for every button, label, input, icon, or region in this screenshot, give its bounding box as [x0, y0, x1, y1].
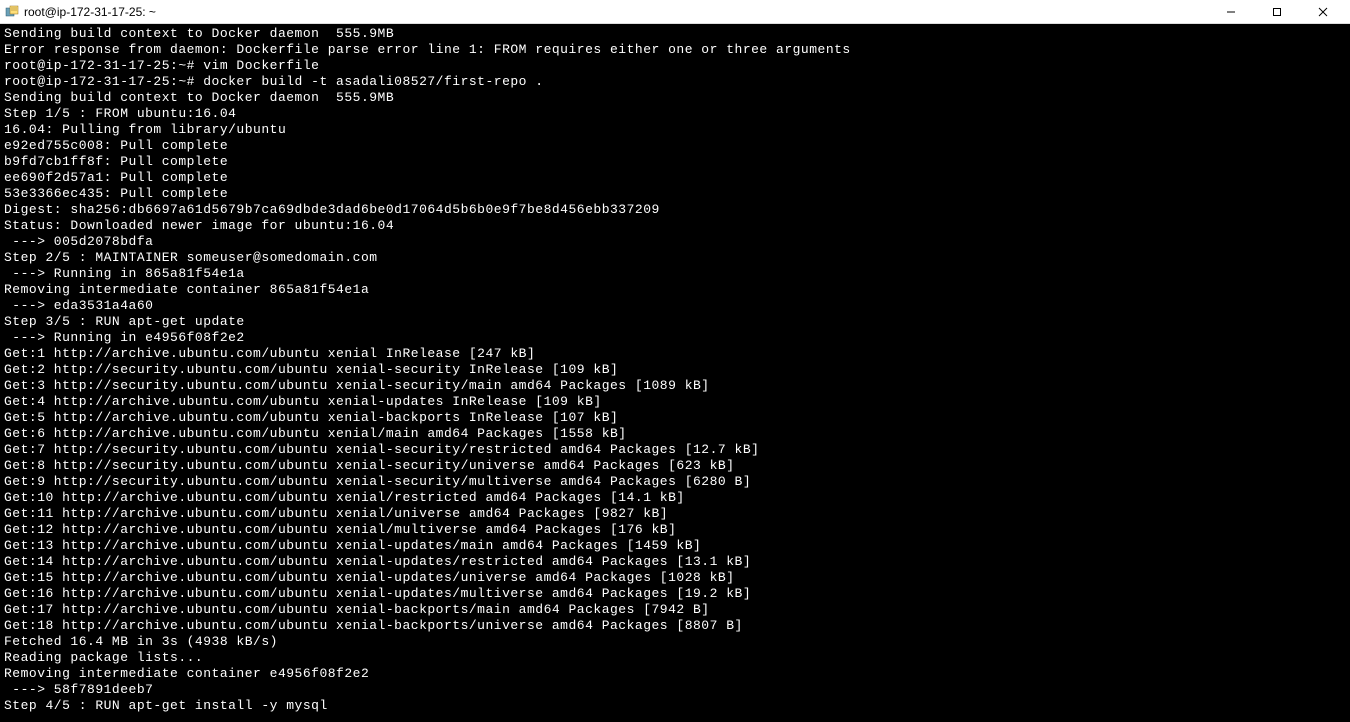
terminal-line: ee690f2d57a1: Pull complete — [4, 170, 1346, 186]
terminal-line: Get:15 http://archive.ubuntu.com/ubuntu … — [4, 570, 1346, 586]
terminal-line: Get:16 http://archive.ubuntu.com/ubuntu … — [4, 586, 1346, 602]
terminal-line: Get:12 http://archive.ubuntu.com/ubuntu … — [4, 522, 1346, 538]
window-controls — [1208, 0, 1346, 24]
terminal-line: Get:14 http://archive.ubuntu.com/ubuntu … — [4, 554, 1346, 570]
terminal-line: root@ip-172-31-17-25:~# docker build -t … — [4, 74, 1346, 90]
terminal-line: ---> 005d2078bdfa — [4, 234, 1346, 250]
terminal-line: Get:7 http://security.ubuntu.com/ubuntu … — [4, 442, 1346, 458]
putty-icon — [4, 4, 20, 20]
terminal-line: Step 3/5 : RUN apt-get update — [4, 314, 1346, 330]
terminal-line: Status: Downloaded newer image for ubunt… — [4, 218, 1346, 234]
terminal-line: Step 2/5 : MAINTAINER someuser@somedomai… — [4, 250, 1346, 266]
terminal-line: Get:10 http://archive.ubuntu.com/ubuntu … — [4, 490, 1346, 506]
terminal-line: e92ed755c008: Pull complete — [4, 138, 1346, 154]
terminal-line: ---> Running in e4956f08f2e2 — [4, 330, 1346, 346]
terminal-line: Get:17 http://archive.ubuntu.com/ubuntu … — [4, 602, 1346, 618]
terminal-line: Get:5 http://archive.ubuntu.com/ubuntu x… — [4, 410, 1346, 426]
terminal-line: ---> eda3531a4a60 — [4, 298, 1346, 314]
maximize-button[interactable] — [1254, 0, 1300, 24]
terminal-line: Removing intermediate container e4956f08… — [4, 666, 1346, 682]
minimize-button[interactable] — [1208, 0, 1254, 24]
terminal-line: root@ip-172-31-17-25:~# vim Dockerfile — [4, 58, 1346, 74]
terminal-line: Error response from daemon: Dockerfile p… — [4, 42, 1346, 58]
terminal-line: Sending build context to Docker daemon 5… — [4, 90, 1346, 106]
terminal-line: Get:3 http://security.ubuntu.com/ubuntu … — [4, 378, 1346, 394]
terminal-line: Get:1 http://archive.ubuntu.com/ubuntu x… — [4, 346, 1346, 362]
terminal-line: b9fd7cb1ff8f: Pull complete — [4, 154, 1346, 170]
terminal-line: 16.04: Pulling from library/ubuntu — [4, 122, 1346, 138]
terminal-line: ---> Running in 865a81f54e1a — [4, 266, 1346, 282]
terminal-line: Step 1/5 : FROM ubuntu:16.04 — [4, 106, 1346, 122]
terminal-line: Fetched 16.4 MB in 3s (4938 kB/s) — [4, 634, 1346, 650]
terminal-line: Get:9 http://security.ubuntu.com/ubuntu … — [4, 474, 1346, 490]
terminal-line: 53e3366ec435: Pull complete — [4, 186, 1346, 202]
terminal-line: Get:11 http://archive.ubuntu.com/ubuntu … — [4, 506, 1346, 522]
terminal-line: Digest: sha256:db6697a61d5679b7ca69dbde3… — [4, 202, 1346, 218]
close-button[interactable] — [1300, 0, 1346, 24]
terminal-line: Sending build context to Docker daemon 5… — [4, 26, 1346, 42]
terminal-line: Get:8 http://security.ubuntu.com/ubuntu … — [4, 458, 1346, 474]
terminal-line: Get:13 http://archive.ubuntu.com/ubuntu … — [4, 538, 1346, 554]
terminal-line: Removing intermediate container 865a81f5… — [4, 282, 1346, 298]
window-titlebar: root@ip-172-31-17-25: ~ — [0, 0, 1350, 24]
terminal-line: Get:4 http://archive.ubuntu.com/ubuntu x… — [4, 394, 1346, 410]
terminal-line: Get:6 http://archive.ubuntu.com/ubuntu x… — [4, 426, 1346, 442]
terminal-area[interactable]: Sending build context to Docker daemon 5… — [0, 24, 1350, 722]
terminal-line: Reading package lists... — [4, 650, 1346, 666]
window-title: root@ip-172-31-17-25: ~ — [24, 5, 1208, 19]
terminal-line: ---> 58f7891deeb7 — [4, 682, 1346, 698]
terminal-line: Step 4/5 : RUN apt-get install -y mysql — [4, 698, 1346, 714]
terminal-line: Get:18 http://archive.ubuntu.com/ubuntu … — [4, 618, 1346, 634]
terminal-line: Get:2 http://security.ubuntu.com/ubuntu … — [4, 362, 1346, 378]
